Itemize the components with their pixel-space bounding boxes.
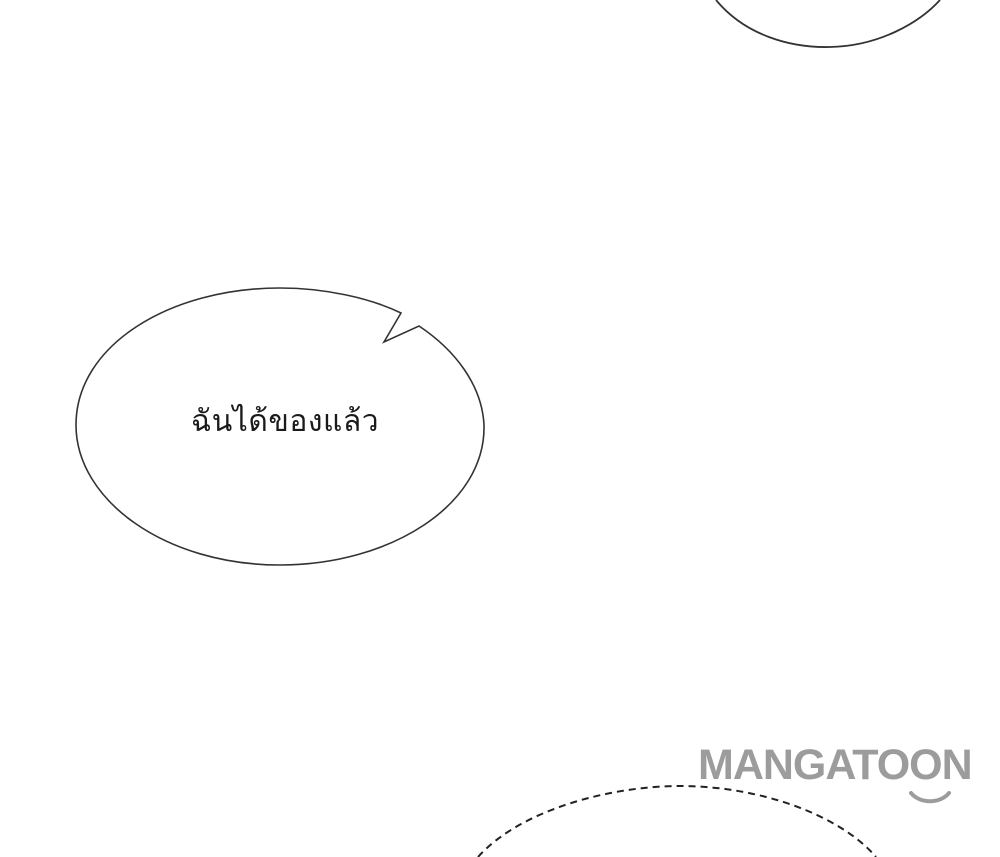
smile-icon — [909, 791, 951, 804]
mangatoon-watermark: MANGATOON — [698, 738, 1000, 808]
top-speech-bubble — [715, 0, 941, 48]
speech-bubble-text: ฉันได้ของแล้ว — [190, 404, 380, 439]
watermark-brand-text: MANGATOON — [698, 741, 973, 789]
comic-panel: ฉันได้ของแล้ว MANGATOON — [0, 0, 1000, 857]
